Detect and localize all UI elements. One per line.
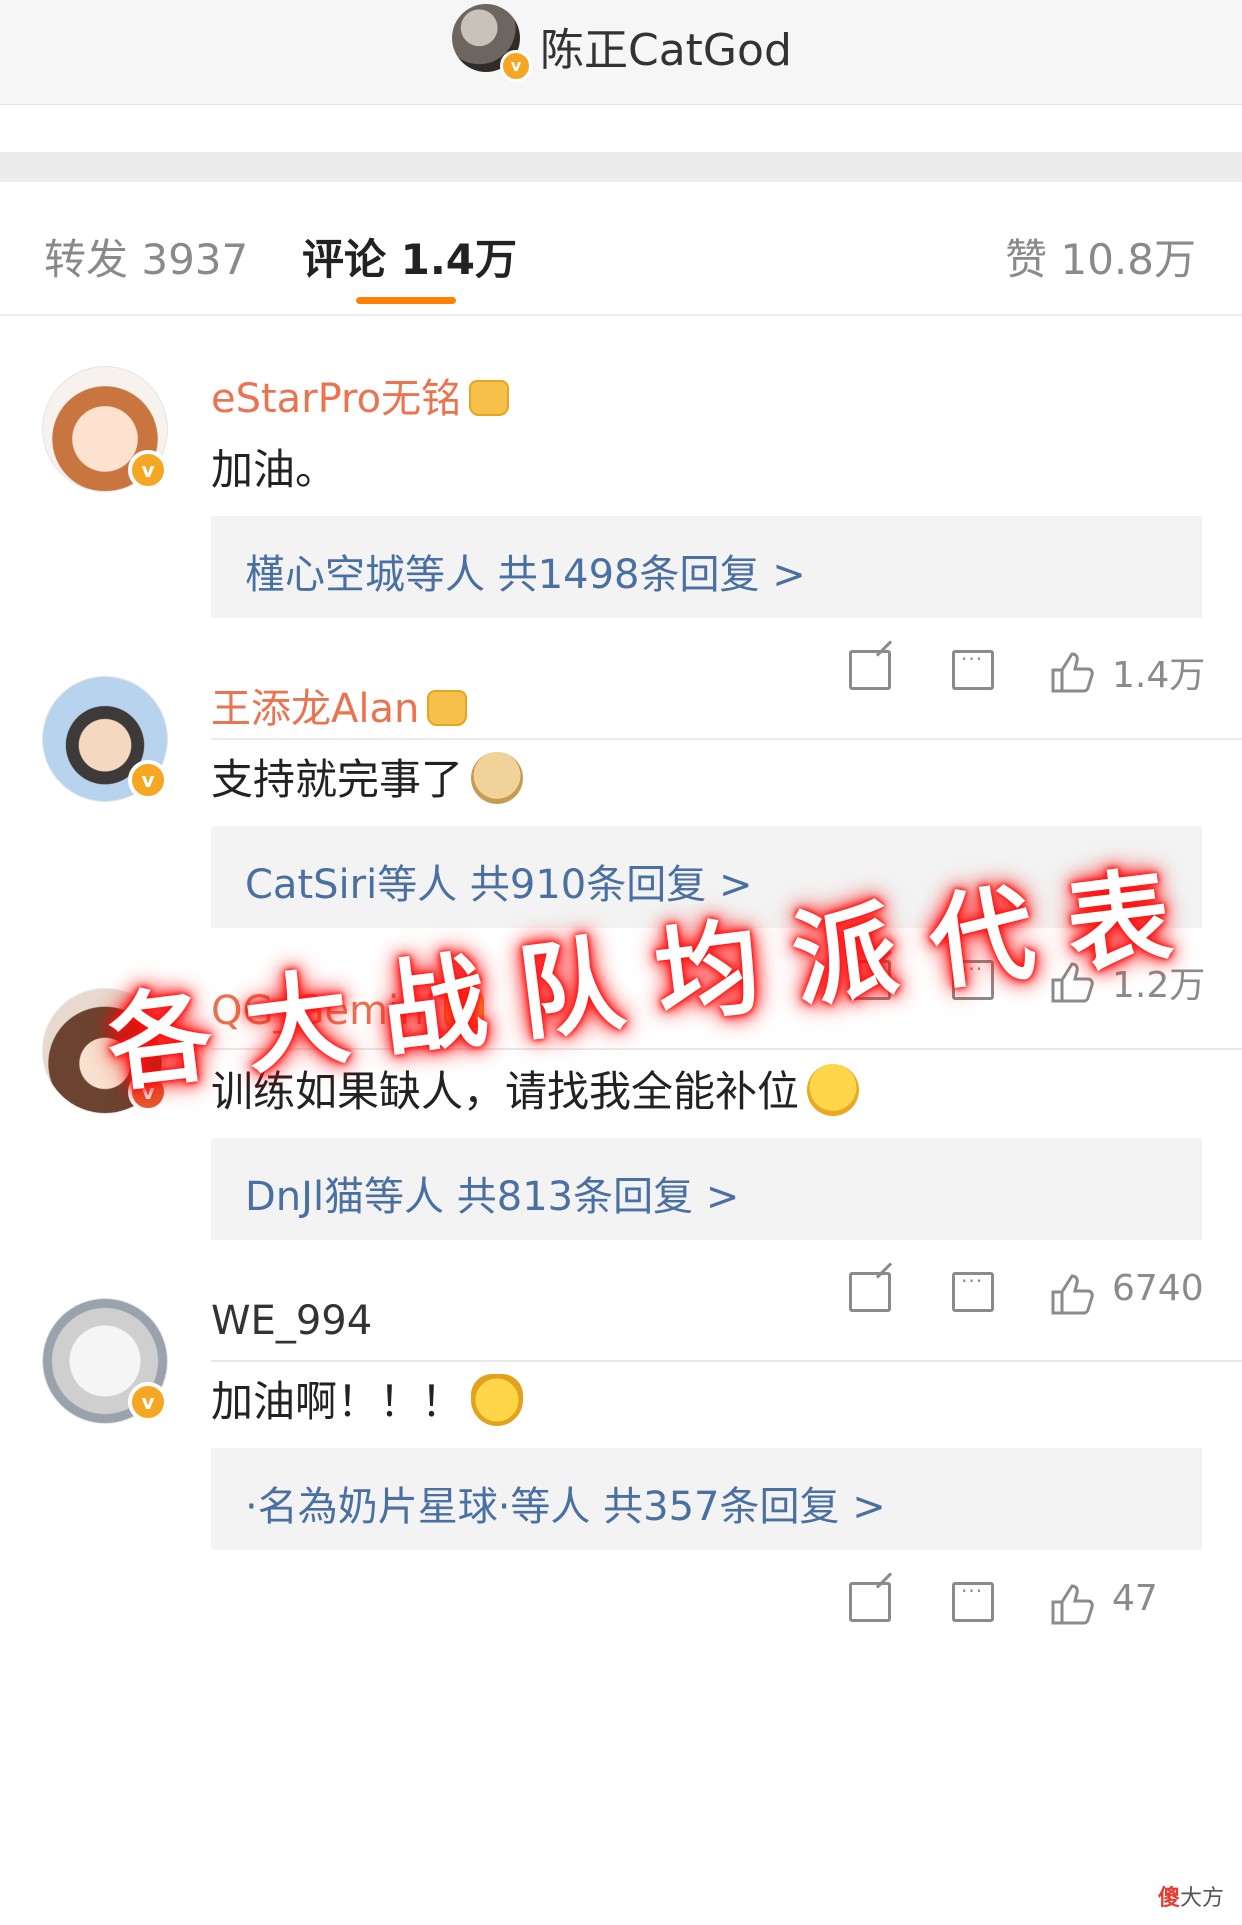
tab-comments[interactable]: 评论 1.4万 [302,226,517,287]
watermark-red-char: 傻 [1158,1886,1181,1911]
active-tab-indicator [356,297,456,304]
reply-icon[interactable] [952,1579,994,1622]
tab-repost[interactable]: 转发 3937 [44,226,248,287]
like-count: 47 [1112,1578,1158,1619]
replies-preview[interactable]: DnJl猫等人 共813条回复 > [211,1138,1202,1240]
comment-text: 加油。 [211,445,338,494]
top-bar: v 陈正CatGod [0,0,1242,105]
share-icon[interactable] [849,1582,891,1622]
excited-emoji-icon [807,1064,860,1116]
username-text[interactable]: WE_994 [211,1298,372,1344]
username-text[interactable]: eStarPro无铭 [211,376,461,422]
replies-link[interactable]: 槿心空城等人 共1498条回复 > [245,542,806,600]
cat-emoji-icon [471,1374,524,1426]
comment-actions: 47 [0,1578,1242,1638]
verified-badge-icon: v [128,760,168,800]
watermark-text: 大方 [1180,1886,1225,1911]
crown-icon [427,690,468,726]
username-text[interactable]: 王添龙Alan [211,686,419,732]
comment-text: 加油啊！！！ [211,1368,524,1429]
verified-badge-icon: v [500,50,532,82]
doge-emoji-icon [471,752,524,804]
comment-username[interactable]: WE_994 [211,1298,372,1344]
comment-item: v WE_994 加油啊！！！ ·名為奶片星球·等人 共357条回复 > 47 [0,1298,1242,1680]
comment-text-content: 支持就完事了 [211,755,464,804]
tab-likes[interactable]: 赞 10.8万 [1005,226,1196,287]
comment-username[interactable]: eStarPro无铭 [211,366,510,424]
section-separator [0,152,1242,182]
crown-icon [469,380,510,416]
replies-preview[interactable]: 槿心空城等人 共1498条回复 > [211,516,1202,618]
comment-text-content: 加油啊！！！ [211,1377,464,1426]
watermark: 傻大方 [1158,1880,1224,1912]
replies-link[interactable]: ·名為奶片星球·等人 共357条回复 > [245,1474,886,1532]
replies-preview[interactable]: ·名為奶片星球·等人 共357条回复 > [211,1448,1202,1550]
like-icon[interactable] [1050,1582,1094,1625]
verified-badge-icon: v [128,450,168,490]
verified-badge-icon: v [128,1382,168,1422]
comment-username[interactable]: 王添龙Alan [211,676,468,734]
tab-bar: 转发 3937 评论 1.4万 赞 10.8万 [0,182,1242,316]
comment-text: 支持就完事了 [211,746,524,807]
page-title: 陈正CatGod [540,25,792,76]
replies-link[interactable]: DnJl猫等人 共813条回复 > [245,1164,739,1222]
